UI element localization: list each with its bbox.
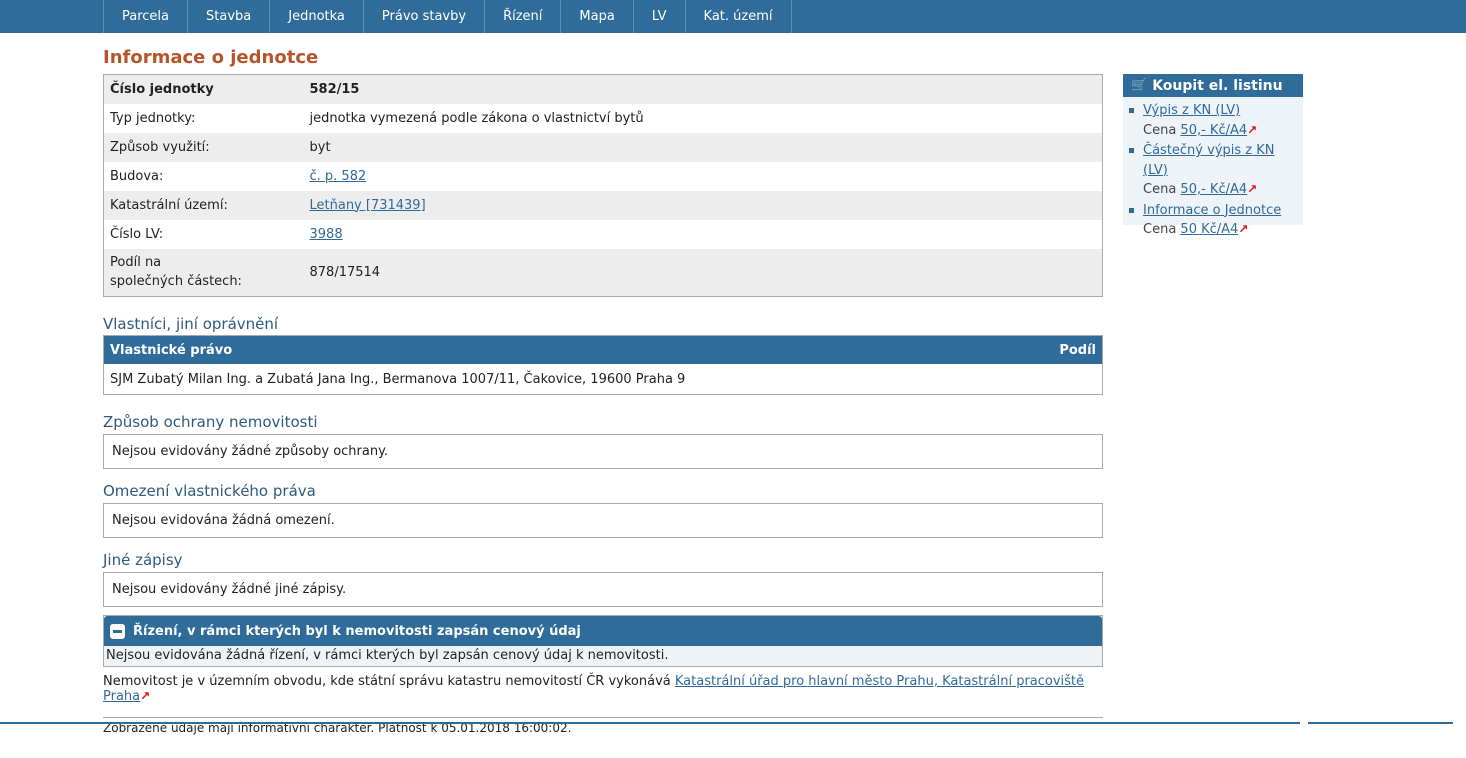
- bullet: [1129, 207, 1134, 213]
- owners-table: Vlastnické právo Podíl SJM Zubatý Milan …: [103, 335, 1103, 395]
- price-link[interactable]: 50,- Kč/A4: [1180, 123, 1247, 138]
- office-prefix: Nemovitost je v územním obvodu, kde stát…: [103, 674, 671, 689]
- owners-heading: Vlastníci, jiní oprávnění: [103, 315, 279, 333]
- bullet: [1129, 148, 1134, 153]
- typ-jednotky-label: Typ jednotky:: [103, 103, 304, 133]
- table-row: Způsob využití: byt: [103, 132, 1103, 162]
- nav-pravo-stavby[interactable]: Právo stavby: [362, 0, 484, 33]
- divider: [103, 717, 1103, 718]
- cislo-jednotky-value: 582/15: [303, 74, 1103, 104]
- external-link-icon: ↗: [1238, 222, 1249, 236]
- page-title: Informace o jednotce: [103, 47, 319, 68]
- price-prefix: Cena: [1143, 122, 1177, 138]
- owners-col-share: Podíl: [1059, 342, 1096, 358]
- rizeni-body: Nejsou evidována žádná řízení, v rámci k…: [104, 646, 1102, 666]
- cislo-lv-link[interactable]: 3988: [310, 227, 343, 242]
- main-content: Informace o jednotce Číslo jednotky 582/…: [103, 33, 1103, 735]
- table-row: Katastrální území: Letňany [731439]: [103, 190, 1103, 220]
- ochrana-heading: Způsob ochrany nemovitosti: [103, 413, 318, 431]
- external-link-icon: ↗: [1247, 122, 1258, 137]
- buy-document-panel: 🛒 Koupit el. listinu Výpis z KN (LV) Cen…: [1123, 74, 1303, 237]
- price-link[interactable]: 50 Kč/A4: [1180, 222, 1238, 237]
- podil-label-line2: společných částech:: [110, 274, 242, 290]
- nav-jednotka[interactable]: Jednotka: [269, 0, 363, 33]
- top-navigation: Parcela Stavba Jednotka Právo stavby Říz…: [0, 0, 1466, 33]
- budova-cell: č. p. 582: [303, 161, 1103, 191]
- kat-uzemi-cell: Letňany [731439]: [303, 190, 1103, 220]
- table-row: Podíl na společných částech: 878/17514: [103, 248, 1103, 297]
- budova-label: Budova:: [103, 161, 304, 191]
- table-row: Typ jednotky: jednotka vymezená podle zá…: [103, 103, 1103, 133]
- owner-row: SJM Zubatý Milan Ing. a Zubatá Jana Ing.…: [110, 371, 686, 387]
- list-item: Výpis z KN (LV) Cena 50,- Kč/A4↗: [1129, 101, 1303, 140]
- budova-link[interactable]: č. p. 582: [310, 169, 367, 184]
- price-prefix: Cena: [1143, 222, 1177, 237]
- price-prefix: Cena: [1143, 182, 1177, 197]
- podil-value: 878/17514: [303, 248, 1103, 297]
- nav-rizeni[interactable]: Řízení: [484, 0, 560, 33]
- nav-parcela[interactable]: Parcela: [103, 0, 187, 33]
- zpusob-vyuziti-value: byt: [303, 132, 1103, 162]
- buy-vypis-link[interactable]: Výpis z KN (LV): [1143, 103, 1240, 118]
- podil-label-line1: Podíl na: [110, 255, 162, 271]
- kat-uzemi-link[interactable]: Letňany [731439]: [310, 198, 426, 213]
- unit-info-table: Číslo jednotky 582/15 Typ jednotky: jedn…: [103, 74, 1103, 297]
- owners-table-header: Vlastnické právo Podíl: [104, 336, 1102, 364]
- nav-mapa[interactable]: Mapa: [560, 0, 632, 33]
- buy-castecny-vypis-link[interactable]: Částečný výpis z KN (LV): [1143, 143, 1275, 178]
- rizeni-panel: Řízení, v rámci kterých byl k nemovitost…: [103, 615, 1103, 667]
- buy-panel-header: 🛒 Koupit el. listinu: [1123, 74, 1303, 97]
- bullet: [1129, 108, 1134, 113]
- rizeni-panel-header[interactable]: Řízení, v rámci kterých byl k nemovitost…: [104, 616, 1102, 646]
- nav-lv[interactable]: LV: [632, 0, 685, 33]
- omezeni-heading: Omezení vlastnického práva: [103, 482, 316, 500]
- bottom-divider-right: [1308, 722, 1453, 724]
- nav-stavba[interactable]: Stavba: [187, 0, 269, 33]
- jine-box: Nejsou evidovány žádné jiné zápisy.: [103, 572, 1103, 607]
- omezeni-box: Nejsou evidována žádná omezení.: [103, 503, 1103, 538]
- zpusob-vyuziti-label: Způsob využití:: [103, 132, 304, 162]
- external-link-icon: ↗: [140, 689, 151, 703]
- office-line: Nemovitost je v územním obvodu, kde stát…: [103, 674, 1103, 704]
- rizeni-title: Řízení, v rámci kterých byl k nemovitost…: [133, 623, 581, 639]
- buy-informace-link[interactable]: Informace o Jednotce: [1143, 203, 1281, 218]
- list-item: Částečný výpis z KN (LV) Cena 50,- Kč/A4…: [1129, 141, 1303, 200]
- cislo-lv-cell: 3988: [303, 219, 1103, 249]
- table-row: Budova: č. p. 582: [103, 161, 1103, 191]
- nav-kat-uzemi[interactable]: Kat. území: [684, 0, 792, 33]
- cislo-lv-label: Číslo LV:: [103, 219, 304, 249]
- buy-panel-title: Koupit el. listinu: [1152, 77, 1283, 94]
- table-row: Číslo jednotky 582/15: [103, 74, 1103, 104]
- podil-label: Podíl na společných částech:: [103, 248, 304, 297]
- jine-heading: Jiné zápisy: [103, 551, 183, 569]
- owners-col-right: Vlastnické právo: [110, 342, 233, 358]
- cislo-jednotky-label: Číslo jednotky: [103, 74, 304, 104]
- price-link[interactable]: 50,- Kč/A4: [1180, 182, 1247, 197]
- ochrana-box: Nejsou evidovány žádné způsoby ochrany.: [103, 434, 1103, 469]
- bottom-divider: [0, 722, 1300, 724]
- cart-icon: 🛒: [1131, 78, 1148, 93]
- kat-uzemi-label: Katastrální území:: [103, 190, 304, 220]
- external-link-icon: ↗: [1247, 182, 1258, 196]
- list-item: Informace o Jednotce Cena 50 Kč/A4↗: [1129, 201, 1303, 240]
- table-row: Číslo LV: 3988: [103, 219, 1103, 249]
- collapse-icon[interactable]: [110, 623, 125, 639]
- typ-jednotky-value: jednotka vymezená podle zákona o vlastni…: [303, 103, 1103, 133]
